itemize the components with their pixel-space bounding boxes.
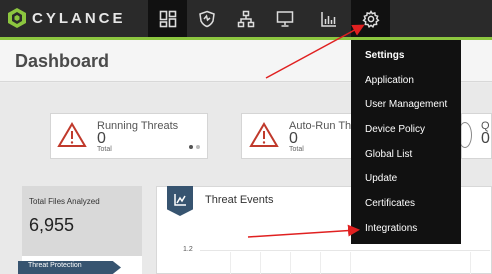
quarantined-count: 0 bbox=[481, 130, 490, 147]
chart-vgrid bbox=[230, 252, 231, 274]
chart-vgrid bbox=[260, 252, 261, 274]
total-files-label: Total Files Analyzed bbox=[29, 197, 100, 206]
y-axis-tick: 1.2 bbox=[183, 246, 193, 253]
chart-vgrid bbox=[470, 252, 471, 274]
nav-settings-button[interactable] bbox=[351, 0, 390, 37]
zones-network-icon bbox=[237, 10, 254, 27]
running-threats-total-label: Total bbox=[97, 146, 112, 153]
dashboard-icon bbox=[159, 10, 176, 27]
menu-item-application[interactable]: Application bbox=[365, 75, 414, 86]
reports-chart-icon bbox=[320, 11, 336, 27]
chart-gridline bbox=[200, 250, 490, 251]
total-files-analyzed-panel: Total Files Analyzed 6,955 bbox=[22, 186, 142, 256]
gear-icon bbox=[361, 9, 380, 28]
menu-item-update[interactable]: Update bbox=[365, 173, 397, 184]
nav-zones-button[interactable] bbox=[226, 0, 265, 37]
nav-reports-button[interactable] bbox=[309, 0, 348, 37]
nav-dashboard-button[interactable] bbox=[148, 0, 187, 37]
warning-triangle-icon bbox=[57, 122, 87, 147]
cylance-logo[interactable]: CYLANCE bbox=[8, 7, 126, 29]
carousel-dot[interactable] bbox=[196, 145, 200, 149]
warning-triangle-icon bbox=[249, 122, 279, 147]
menu-item-certificates[interactable]: Certificates bbox=[365, 198, 415, 209]
carousel-dot-active[interactable] bbox=[189, 145, 193, 149]
page-title: Dashboard bbox=[15, 51, 110, 71]
total-files-count: 6,955 bbox=[29, 215, 75, 235]
brand-name: CYLANCE bbox=[32, 9, 126, 27]
nav-protection-button[interactable] bbox=[187, 0, 226, 37]
menu-item-user-management[interactable]: User Management bbox=[365, 99, 447, 110]
cylance-logo-icon bbox=[8, 8, 26, 28]
threat-protection-label: Threat Protection bbox=[28, 262, 82, 269]
auto-run-threats-title: Auto-Run Thr bbox=[289, 120, 355, 132]
chart-vgrid bbox=[320, 252, 321, 274]
nav-devices-button[interactable] bbox=[265, 0, 304, 37]
menu-item-device-policy[interactable]: Device Policy bbox=[365, 124, 425, 135]
devices-monitor-icon bbox=[276, 10, 293, 27]
auto-run-threats-total-label: Total bbox=[289, 146, 304, 153]
threat-events-title: Threat Events bbox=[205, 194, 274, 206]
settings-dropdown-menu: Settings Application User Management Dev… bbox=[351, 40, 461, 244]
chart-vgrid bbox=[350, 252, 351, 274]
chart-vgrid bbox=[290, 252, 291, 274]
shield-icon bbox=[198, 10, 215, 27]
menu-item-integrations[interactable]: Integrations bbox=[365, 223, 417, 234]
menu-item-global-list[interactable]: Global List bbox=[365, 149, 412, 160]
line-chart-icon bbox=[174, 194, 186, 206]
settings-menu-header[interactable]: Settings bbox=[365, 50, 404, 61]
running-threats-title: Running Threats bbox=[97, 120, 179, 132]
